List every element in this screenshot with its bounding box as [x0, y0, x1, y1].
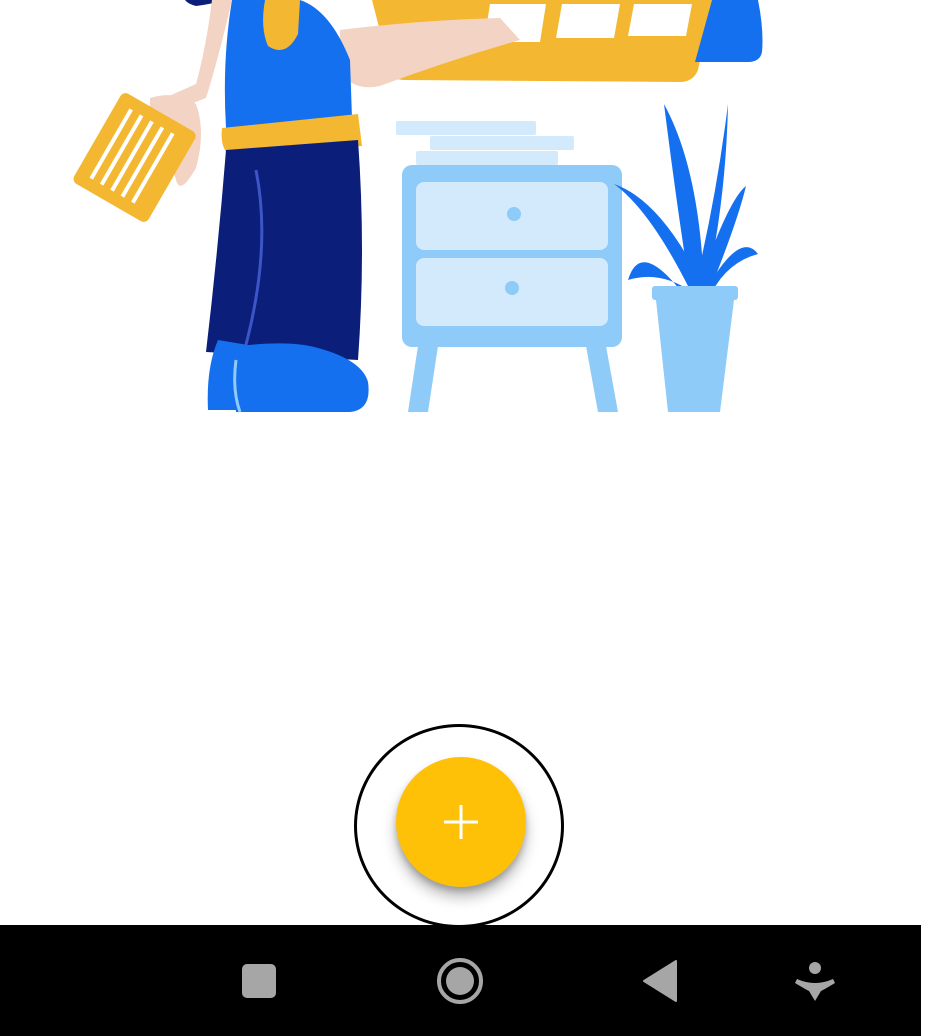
- recents-button[interactable]: [231, 953, 287, 1009]
- recents-square-icon: [242, 964, 276, 998]
- back-button[interactable]: [632, 953, 688, 1009]
- plus-icon: [444, 805, 478, 839]
- right-edge-margin: [921, 0, 928, 1036]
- accessibility-button[interactable]: [787, 953, 843, 1009]
- home-button[interactable]: [432, 953, 488, 1009]
- add-fab-button[interactable]: [396, 757, 526, 887]
- person-loading-shelf-illustration: [73, 0, 763, 413]
- back-triangle-icon: [643, 960, 677, 1002]
- home-circle-icon: [437, 958, 483, 1004]
- accessibility-icon: [795, 962, 835, 1001]
- app-content: [0, 0, 921, 928]
